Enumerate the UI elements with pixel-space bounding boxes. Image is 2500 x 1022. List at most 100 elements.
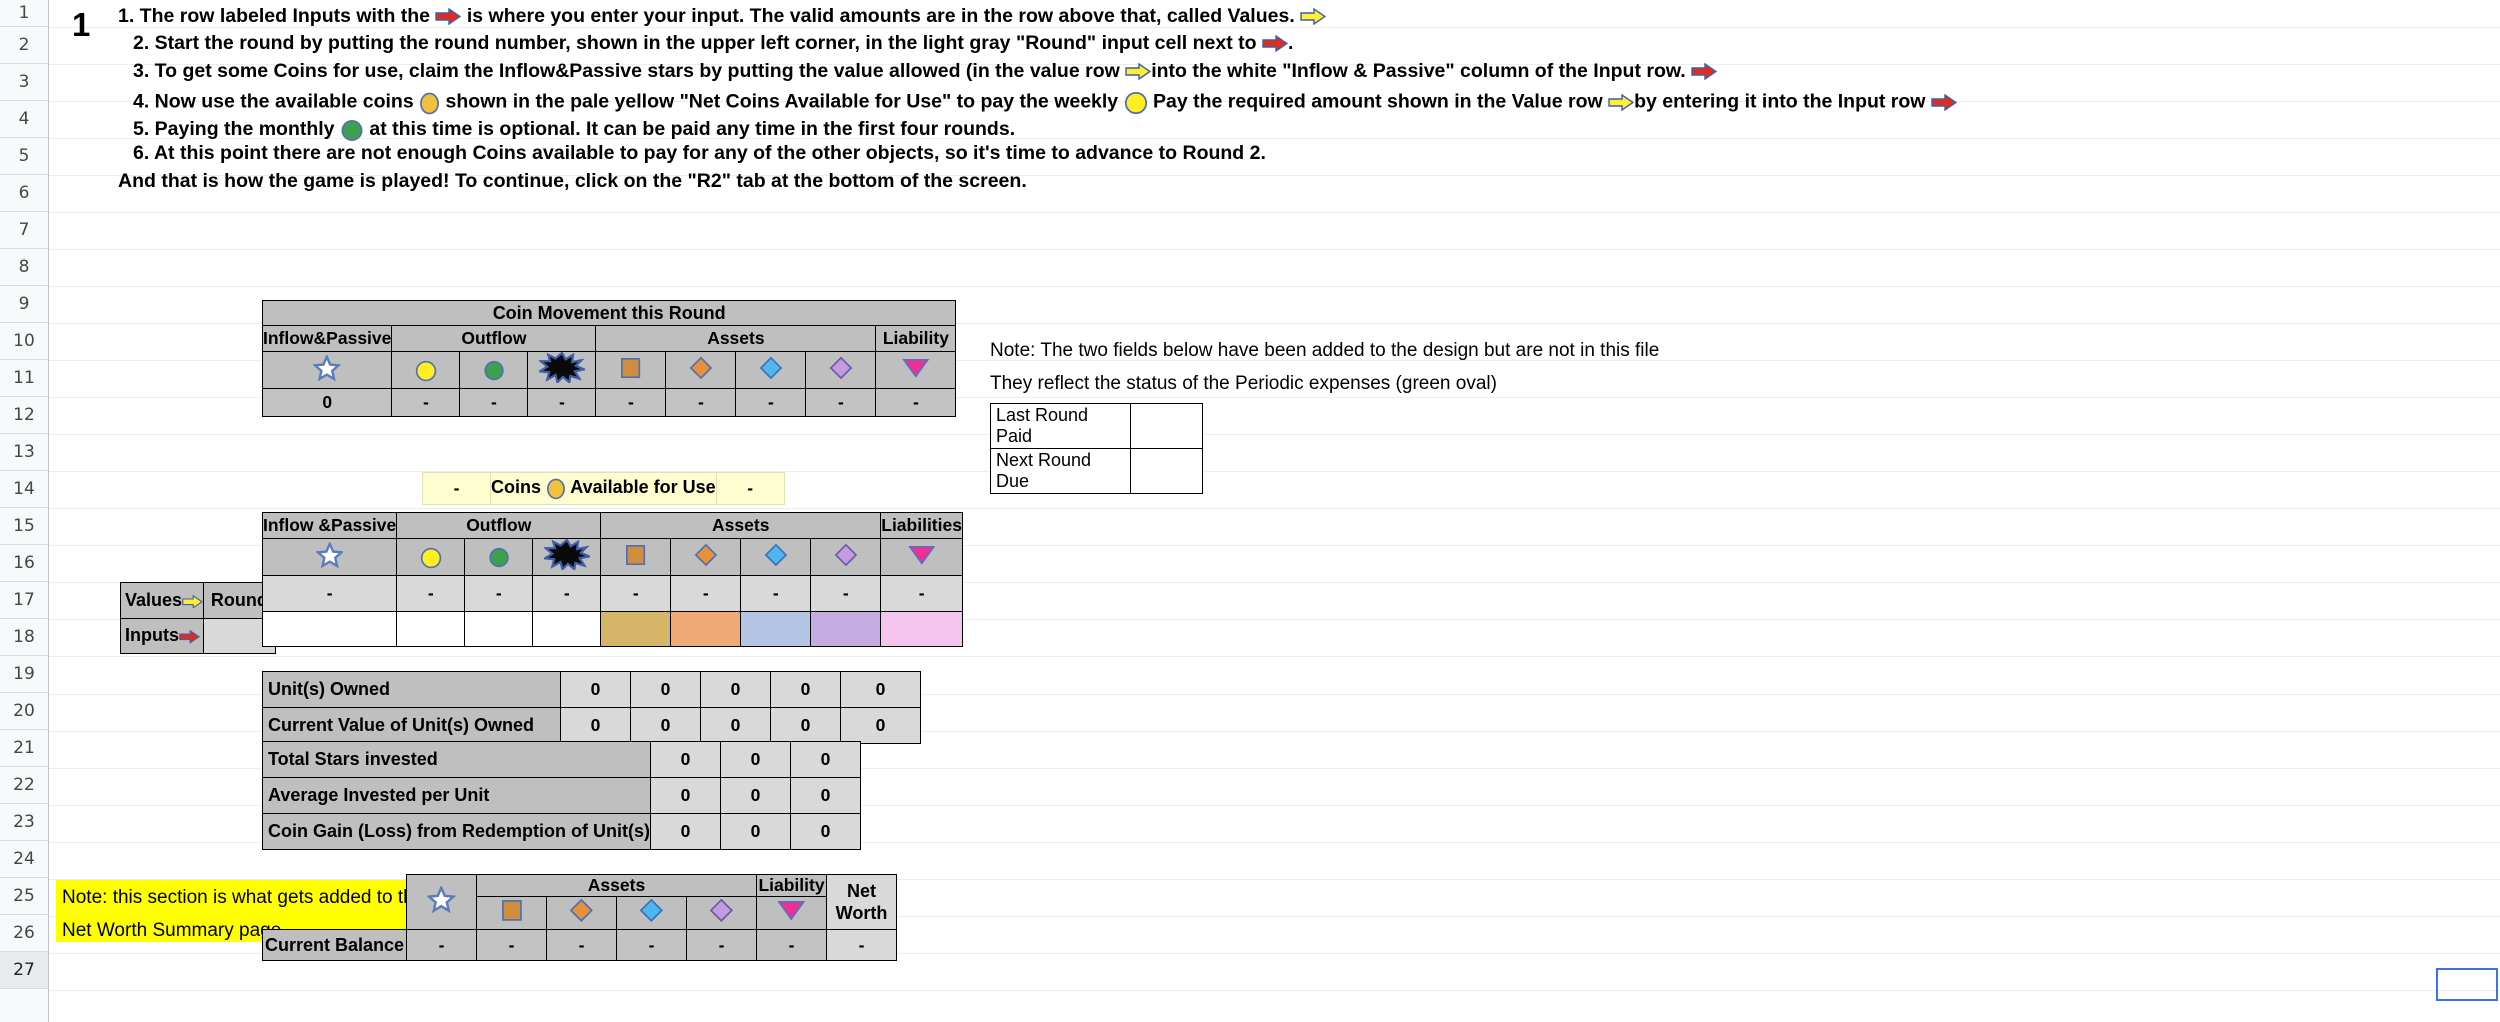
coin-movement-symbol-row: [261, 350, 957, 390]
summary-value: 0: [840, 707, 921, 744]
net-worth-symbol-row: [263, 896, 897, 930]
inputs-row[interactable]: [261, 611, 963, 648]
coin-movement-title: Coin Movement this Round: [261, 300, 957, 326]
coins-available-banner: - Coins Available for Use -: [422, 472, 785, 505]
input-cell-blue-diamond[interactable]: [740, 611, 812, 648]
blue-diamond-icon: [759, 356, 783, 385]
summary-value: 0: [789, 777, 861, 814]
row-header-13[interactable]: 13: [0, 434, 48, 472]
instruction-text: Pay the required amount shown in the Val…: [1147, 90, 1609, 113]
coin-movement-value: -: [805, 388, 877, 418]
input-cell-orange-diamond[interactable]: [670, 611, 742, 648]
balance-value: -: [546, 929, 617, 961]
row-header-27[interactable]: 27: [0, 952, 48, 990]
row-header-23[interactable]: 23: [0, 804, 48, 842]
red-right-arrow-icon: [1262, 34, 1289, 57]
star-icon: [314, 540, 345, 573]
row-header-4[interactable]: 4: [0, 101, 48, 139]
coin-movement-value: -: [391, 388, 461, 418]
red-right-arrow-icon: [1931, 93, 1958, 116]
main-ledger-table: Inflow &Passive Outflow Assets Liabiliti…: [261, 512, 963, 648]
group-header-liability: Liability: [756, 874, 827, 897]
red-right-arrow-icon: [1691, 62, 1718, 85]
input-cell-yellow-coin[interactable]: [396, 611, 466, 648]
summary-value: 0: [770, 707, 841, 744]
row-header-11[interactable]: 11: [0, 360, 48, 398]
instruction-text: And that is how the game is played! To c…: [118, 170, 1027, 192]
row-header-6[interactable]: 6: [0, 175, 48, 213]
input-cell-pink-triangle[interactable]: [880, 611, 963, 648]
balance-value: -: [406, 929, 477, 961]
row-header-1[interactable]: 1: [0, 0, 48, 27]
yellow-right-arrow-icon: [182, 592, 203, 613]
pink-triangle-icon: [777, 900, 806, 926]
current-balance-row: Current Balance - - - - - - -: [262, 929, 897, 961]
row-header-14[interactable]: 14: [0, 471, 48, 509]
row-header-10[interactable]: 10: [0, 323, 48, 361]
symbol-cell-blast: [532, 537, 602, 577]
symbol-cell-yellow-coin: [391, 350, 461, 390]
row-header-3[interactable]: 3: [0, 64, 48, 102]
balance-value-net-worth: -: [826, 929, 897, 961]
values-cell: -: [464, 575, 534, 613]
row-header-25[interactable]: 25: [0, 878, 48, 916]
group-header-outflow: Outflow: [391, 325, 597, 352]
symbol-cell-orange-diamond: [546, 896, 617, 930]
summary-value: 0: [719, 741, 791, 778]
row-header-5[interactable]: 5: [0, 138, 48, 176]
side-note-field-label: Next Round Due: [990, 448, 1131, 494]
summary-label: Average Invested per Unit: [262, 777, 651, 814]
row-header-8[interactable]: 8: [0, 249, 48, 287]
side-note-field-label: Last Round Paid: [990, 403, 1131, 449]
summary-label: Coin Gain (Loss) from Redemption of Unit…: [262, 813, 651, 850]
summary-value: 0: [700, 707, 771, 744]
input-cell-purple-diamond[interactable]: [810, 611, 882, 648]
current-balance-label: Current Balance: [262, 929, 407, 961]
blue-diamond-icon: [764, 543, 788, 572]
symbol-cell-pink-triangle: [875, 350, 957, 390]
summary-value: 0: [649, 777, 721, 814]
selected-cell-outline[interactable]: [2436, 968, 2498, 1001]
side-note-field-row: Next Round Due: [990, 448, 1203, 494]
summary-value: 0: [700, 671, 771, 708]
star-icon: [426, 885, 457, 918]
input-cell-green-oval[interactable]: [464, 611, 534, 648]
input-cell-inflow-passive[interactable]: [261, 611, 398, 648]
round-number-badge: 1: [72, 6, 91, 43]
instruction-text: shown in the pale yellow "Net Coins Avai…: [440, 90, 1124, 113]
row-header-18[interactable]: 18: [0, 619, 48, 657]
row-header-22[interactable]: 22: [0, 767, 48, 805]
input-cell-orange-square[interactable]: [600, 611, 672, 648]
group-header-inflow-passive: Inflow&Passive: [261, 325, 393, 352]
values-cell: -: [670, 575, 742, 613]
values-cell: -: [880, 575, 963, 613]
symbol-cell-purple-diamond: [810, 537, 882, 577]
input-cell-blast[interactable]: [532, 611, 602, 648]
main-symbol-row: [261, 537, 963, 577]
row-header-21[interactable]: 21: [0, 730, 48, 768]
values-row: - - - - - - - - -: [261, 575, 963, 613]
summary-value: 0: [560, 707, 631, 744]
symbol-cell-orange-diamond: [670, 537, 742, 577]
side-note-field-value[interactable]: [1130, 448, 1203, 494]
row-header-19[interactable]: 19: [0, 656, 48, 694]
row-header-20[interactable]: 20: [0, 693, 48, 731]
row-header-24[interactable]: 24: [0, 841, 48, 879]
group-header-assets: Assets: [595, 325, 877, 352]
row-header-26[interactable]: 26: [0, 915, 48, 953]
values-cell: -: [261, 575, 398, 613]
side-note-field-value[interactable]: [1130, 403, 1203, 449]
orange-square-icon: [620, 357, 641, 384]
row-header-17[interactable]: 17: [0, 582, 48, 620]
symbol-cell-pink-triangle: [880, 537, 963, 577]
row-header-15[interactable]: 15: [0, 508, 48, 546]
purple-diamond-icon: [834, 543, 858, 572]
row-header-16[interactable]: 16: [0, 545, 48, 583]
coin-movement-value-row: 0 - - - - - - - -: [261, 388, 957, 418]
row-header-9[interactable]: 9: [0, 286, 48, 324]
values-label-text: Values: [125, 589, 183, 610]
row-header-7[interactable]: 7: [0, 212, 48, 250]
row-header-12[interactable]: 12: [0, 397, 48, 435]
blast-icon: [536, 352, 588, 388]
row-header-2[interactable]: 2: [0, 27, 48, 65]
